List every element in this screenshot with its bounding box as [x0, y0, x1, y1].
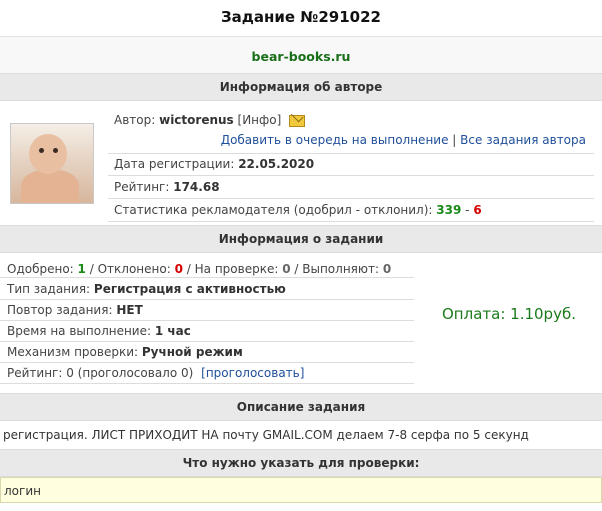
checking-count: 0 [282, 262, 291, 276]
reg-date-label: Дата регистрации: [114, 157, 235, 171]
task-info: Одобрено: 1 / Отклонено: 0 / На проверке… [0, 253, 602, 393]
rejected-label: / Отклонено: [89, 262, 171, 276]
author-section-title: Информация об авторе [0, 73, 602, 101]
site-row: bear-books.ru [0, 37, 602, 73]
stats-approved: 339 [436, 203, 462, 217]
page-title: Задание №291022 [0, 0, 602, 37]
stats-rejected: 6 [473, 203, 482, 217]
task-section-title: Информация о задании [0, 225, 602, 253]
reg-date-value: 22.05.2020 [238, 157, 315, 171]
rejected-count: 0 [174, 262, 183, 276]
check-mode-label: Механизм проверки: [7, 345, 139, 359]
check-mode-value: Ручной режим [141, 345, 243, 359]
task-type-row: Тип задания: Регистрация с активностью [0, 279, 414, 300]
task-rating-text: Рейтинг: 0 (проголосовало 0) [7, 366, 194, 380]
avatar [10, 123, 94, 204]
verify-field: логин [0, 477, 602, 503]
description-section-title: Описание задания [0, 393, 602, 421]
author-row: Автор: wictorenus [Инфо] Добавить в очер… [108, 107, 594, 154]
site-link[interactable]: bear-books.ru [252, 49, 351, 64]
task-page: Задание №291022 bear-books.ru Информация… [0, 0, 602, 511]
author-rating-row: Рейтинг: 174.68 [108, 176, 594, 199]
author-info: Автор: wictorenus [Инфо] Добавить в очер… [0, 101, 602, 225]
counts-row: Одобрено: 1 / Отклонено: 0 / На проверке… [0, 257, 414, 278]
time-row: Время на выполнение: 1 час [0, 321, 414, 342]
repeat-label: Повтор задания: [7, 303, 113, 317]
link-separator: | [452, 133, 457, 147]
verify-section-title: Что нужно указать для проверки: [0, 450, 602, 477]
vote-link[interactable]: [проголосовать] [201, 366, 304, 380]
doing-count: 0 [382, 262, 392, 276]
repeat-value: НЕТ [116, 303, 143, 317]
payment-amount: Оплата: 1.10руб. [442, 305, 576, 323]
time-value: 1 час [154, 324, 191, 338]
author-label: Автор: [114, 113, 156, 127]
task-type-value: Регистрация с активностью [93, 282, 286, 296]
all-author-tasks-link[interactable]: Все задания автора [460, 133, 586, 147]
advertiser-stats-row: Статистика рекламодателя (одобрил - откл… [108, 199, 594, 222]
approved-label: Одобрено: [7, 262, 74, 276]
author-info-link[interactable]: [Инфо] [238, 113, 282, 127]
task-rating-row: Рейтинг: 0 (проголосовало 0) [проголосов… [0, 363, 414, 384]
doing-label: / Выполняют: [294, 262, 380, 276]
author-rating-value: 174.68 [173, 180, 220, 194]
approved-count: 1 [77, 262, 86, 276]
checking-label: / На проверке: [186, 262, 279, 276]
task-description: регистрация. ЛИСТ ПРИХОДИТ НА почту GMAI… [0, 421, 602, 450]
reg-date-row: Дата регистрации: 22.05.2020 [108, 153, 594, 176]
stats-label: Статистика рекламодателя (одобрил - откл… [114, 203, 433, 217]
task-type-label: Тип задания: [7, 282, 91, 296]
check-mode-row: Механизм проверки: Ручной режим [0, 342, 414, 363]
stats-dash: - [465, 203, 470, 217]
envelope-icon[interactable] [289, 114, 306, 127]
author-rating-label: Рейтинг: [114, 180, 170, 194]
add-to-queue-link[interactable]: Добавить в очередь на выполнение [221, 133, 449, 147]
author-name: wictorenus [159, 113, 234, 127]
repeat-row: Повтор задания: НЕТ [0, 300, 414, 321]
time-label: Время на выполнение: [7, 324, 152, 338]
